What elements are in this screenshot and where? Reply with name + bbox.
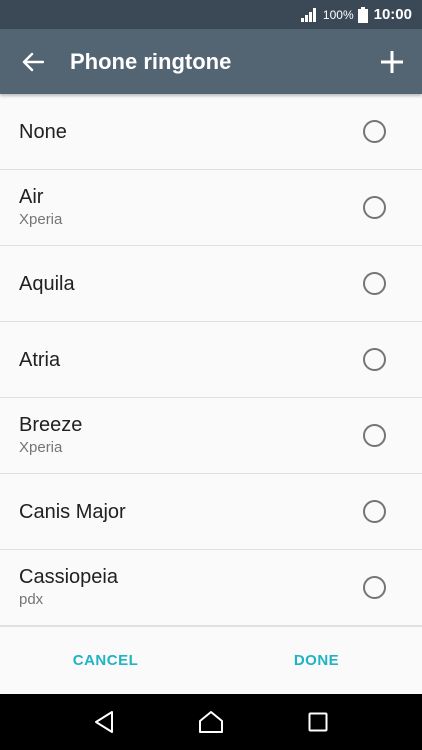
page-title: Phone ringtone (70, 48, 232, 74)
plus-icon (381, 50, 403, 73)
list-item-label: Cassiopeia (19, 566, 118, 588)
navigation-bar (0, 694, 422, 750)
list-item-label: Air (19, 186, 44, 208)
list-item-subtitle: Xperia (19, 439, 63, 456)
list-item-subtitle: Xperia (19, 211, 63, 228)
radio-button[interactable] (363, 500, 386, 523)
arrow-left-icon (22, 52, 44, 71)
list-item-texts: Atria (19, 348, 60, 372)
square-recents-icon (308, 712, 328, 732)
list-item-texts: Canis Major (19, 500, 126, 524)
recents-nav-button[interactable] (288, 694, 348, 750)
battery-icon (357, 6, 368, 23)
radio-button[interactable] (363, 272, 386, 295)
cancel-button[interactable]: CANCEL (0, 627, 211, 694)
status-bar: 100% 10:00 (0, 0, 422, 29)
app-bar: Phone ringtone (0, 29, 422, 94)
list-item[interactable]: Cassiopeia pdx (0, 550, 422, 626)
list-item-texts: Breeze Xperia (19, 413, 82, 458)
back-nav-button[interactable] (74, 694, 134, 750)
list-item[interactable]: Breeze Xperia (0, 398, 422, 474)
home-icon (198, 711, 223, 733)
list-item-label: None (19, 120, 67, 143)
list-item[interactable]: None (0, 94, 422, 170)
battery-percent: 100% (322, 7, 354, 22)
list-item[interactable]: Canis Major (0, 474, 422, 550)
radio-button[interactable] (363, 576, 386, 599)
list-item[interactable]: Atria (0, 322, 422, 398)
signal-icon (300, 7, 316, 22)
list-item-subtitle: pdx (19, 591, 44, 608)
list-item-texts: Air Xperia (19, 185, 62, 230)
dialog-actions: CANCEL DONE (0, 626, 422, 694)
ringtone-list[interactable]: None Air Xperia Aquila Atria Breeze Xper… (0, 94, 422, 626)
radio-button[interactable] (363, 424, 386, 447)
clock: 10:00 (373, 6, 412, 23)
list-item-label: Aquila (19, 272, 75, 295)
back-button[interactable] (0, 29, 66, 94)
triangle-back-icon (94, 711, 113, 733)
list-item-label: Breeze (19, 414, 83, 436)
radio-button[interactable] (363, 196, 386, 219)
list-item-texts: Aquila (19, 272, 75, 296)
list-item-label: Canis Major (19, 500, 126, 523)
radio-button[interactable] (363, 120, 386, 143)
done-button[interactable]: DONE (211, 627, 422, 694)
add-ringtone-button[interactable] (362, 29, 422, 94)
list-item[interactable]: Aquila (0, 246, 422, 322)
list-item-texts: None (19, 120, 67, 144)
list-item-texts: Cassiopeia pdx (19, 565, 118, 610)
radio-button[interactable] (363, 348, 386, 371)
home-nav-button[interactable] (181, 694, 241, 750)
list-item[interactable]: Air Xperia (0, 170, 422, 246)
list-item-label: Atria (19, 348, 61, 371)
